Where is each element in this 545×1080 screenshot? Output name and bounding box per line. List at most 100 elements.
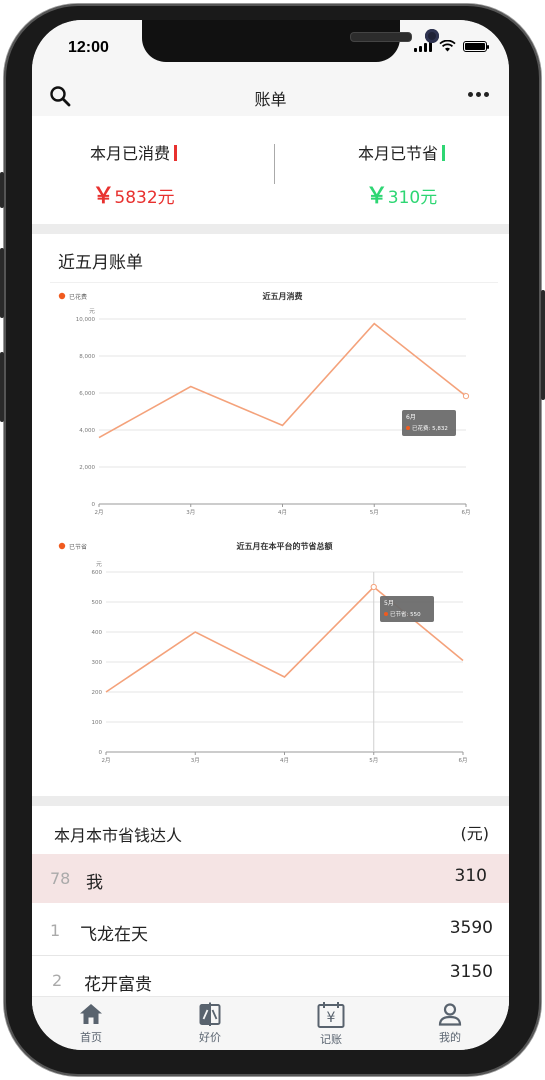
battery-icon — [463, 40, 489, 52]
data-point-highlight — [462, 393, 470, 400]
ranking-unit: (元) — [460, 824, 490, 843]
screen: 12:00 账单 本月已消费 ￥5832元 本月已节省 ￥310元 近五月账单 … — [32, 20, 509, 1050]
rank-number: 78 — [50, 869, 71, 888]
y-tick-label: 500 — [92, 600, 103, 606]
tooltip-text: 已花费: 5,832 — [412, 424, 448, 432]
y-tick-label: 4,000 — [79, 428, 95, 434]
spent-value: 5832元 — [114, 188, 175, 208]
x-tick-label: 5月 — [369, 757, 378, 764]
calendar-yen-icon: ¥ — [317, 1002, 345, 1028]
y-axis-unit: 元 — [96, 561, 102, 568]
tab-deals[interactable]: 好价 — [170, 1001, 250, 1045]
x-tick-label: 2月 — [102, 757, 111, 764]
tab-label: 我的 — [439, 1031, 461, 1044]
nav-bar: 账单 — [32, 78, 509, 116]
spent-marker — [174, 145, 178, 161]
rank-value: 3590 — [449, 918, 493, 938]
more-horizontal-icon[interactable] — [468, 92, 489, 97]
x-tick-label: 4月 — [278, 509, 287, 516]
bills-section-title: 近五月账单 — [58, 253, 143, 273]
rank-name: 花开富贵 — [84, 975, 152, 995]
chart-title: 近五月在本平台的节省总额 — [237, 541, 333, 551]
saver-ranking: 本月本市省钱达人 (元) 78 我 310 1 飞龙在天 3590 2 花开富贵… — [32, 806, 509, 1016]
data-point-highlight — [370, 583, 377, 591]
y-tick-label: 200 — [92, 690, 103, 696]
x-tick-label: 6月 — [459, 757, 468, 764]
volume-down-button — [0, 352, 4, 422]
bills-chart-card: 近五月账单 近五月消费 已花费元 0 2,000 4,000 6,000 8,000 10,0… — [32, 234, 509, 796]
spent-currency: ￥ — [92, 184, 115, 209]
y-tick-label: 0 — [92, 502, 96, 508]
tab-home[interactable]: 首页 — [51, 1001, 131, 1045]
page-title: 账单 — [254, 90, 287, 109]
tooltip-title: 5月 — [384, 600, 394, 607]
summary-divider — [274, 144, 275, 184]
legend-marker — [58, 542, 66, 550]
user-icon — [438, 1003, 462, 1026]
svg-text:¥: ¥ — [327, 1010, 336, 1026]
tab-profile[interactable]: 我的 — [410, 1001, 490, 1045]
x-tick-label: 5月 — [370, 509, 379, 516]
legend-marker — [58, 292, 66, 300]
monthly-summary: 本月已消费 ￥5832元 本月已节省 ￥310元 — [32, 116, 509, 224]
y-tick-label: 400 — [92, 630, 103, 636]
y-tick-label: 10,000 — [76, 317, 96, 323]
power-button — [541, 290, 545, 400]
y-tick-label: 2,000 — [79, 465, 95, 471]
legend-label: 已花费 — [69, 293, 87, 301]
ranking-row[interactable]: 1 飞龙在天 3590 — [32, 906, 509, 956]
saved-summary: 本月已节省 ￥310元 — [358, 140, 446, 210]
y-tick-label: 8,000 — [79, 354, 95, 360]
status-icons — [414, 40, 489, 52]
tooltip-title: 6月 — [406, 414, 416, 421]
wifi-icon — [439, 40, 456, 52]
y-tick-label: 100 — [92, 720, 103, 726]
saved-value: 310元 — [387, 188, 438, 208]
card-divider — [50, 282, 498, 283]
ranking-header: 本月本市省钱达人 (元) — [32, 806, 509, 856]
y-tick-label: 600 — [92, 570, 103, 576]
spending-line-chart: 近五月消费 已花费元 0 2,000 4,000 6,000 8,000 10,000 2月 3月… — [58, 291, 471, 516]
status-time: 12:00 — [68, 39, 109, 56]
y-tick-label: 300 — [92, 660, 103, 666]
silent-switch — [0, 172, 4, 208]
chart-tooltip: 6月已花费: 5,832 — [402, 410, 456, 436]
tooltip-marker — [406, 426, 410, 430]
ranking-title: 本月本市省钱达人 — [54, 826, 183, 845]
spent-summary: 本月已消费 ￥5832元 — [90, 140, 178, 210]
speaker — [350, 32, 412, 42]
compare-icon — [199, 1002, 221, 1026]
y-tick-label: 0 — [99, 750, 103, 756]
saved-label: 本月已节省 — [358, 144, 439, 163]
rank-value: 3150 — [449, 962, 493, 982]
spent-label: 本月已消费 — [90, 144, 171, 163]
home-icon — [80, 1004, 102, 1024]
tab-bar: 首页 好价 ¥ 记账 我的 — [32, 996, 509, 1050]
x-tick-label: 2月 — [95, 509, 104, 516]
chart-tooltip: 5月已节省: 550 — [380, 596, 434, 622]
tooltip-marker — [384, 612, 388, 616]
rank-number: 2 — [52, 971, 63, 990]
y-tick-label: 6,000 — [79, 391, 95, 397]
rank-name: 飞龙在天 — [80, 925, 148, 945]
y-axis-unit: 元 — [89, 308, 95, 315]
camera — [425, 29, 439, 43]
x-tick-label: 3月 — [191, 757, 200, 764]
saved-currency: ￥ — [365, 184, 388, 209]
tab-bookkeeping[interactable]: ¥ 记账 — [291, 1001, 371, 1047]
tab-label: 记账 — [320, 1033, 342, 1046]
notch — [142, 20, 439, 62]
tab-label: 好价 — [199, 1031, 221, 1044]
tab-label: 首页 — [80, 1031, 102, 1044]
volume-up-button — [0, 248, 4, 318]
x-tick-label: 3月 — [186, 509, 195, 516]
x-tick-label: 6月 — [462, 509, 471, 516]
tooltip-text: 已节省: 550 — [390, 610, 421, 618]
ranking-row[interactable]: 78 我 310 — [32, 854, 509, 903]
x-tick-label: 4月 — [280, 757, 289, 764]
savings-line-chart: 近五月在本平台的节省总额 已节省元 0 100 200 300 400 500 600 2月 3月 4… — [58, 541, 468, 764]
rank-number: 1 — [50, 921, 61, 940]
saved-marker — [442, 145, 446, 161]
legend-label: 已节省 — [69, 543, 87, 551]
chart-title: 近五月消费 — [263, 291, 303, 301]
